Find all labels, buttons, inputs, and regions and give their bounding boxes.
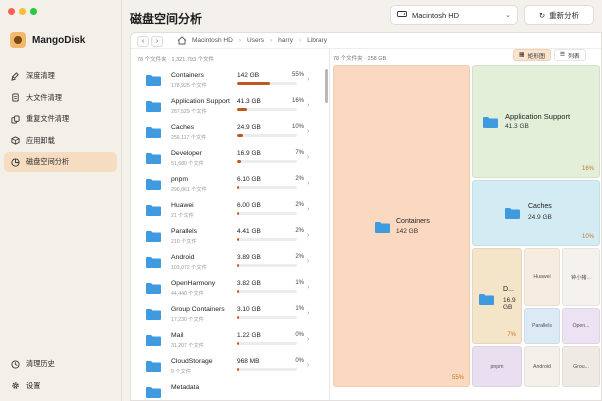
sidebar-item-history[interactable]: 清理历史 [4, 354, 117, 374]
brand: MangoDisk [10, 32, 85, 48]
header: 磁盘空间分析 Macintosh HD ⌄ ↻ 重新分析 [122, 0, 602, 34]
tile-percent: 7% [507, 332, 516, 338]
rescan-button[interactable]: ↻ 重新分析 [524, 5, 594, 25]
folder-icon [505, 208, 520, 219]
sidebar-item-label: 清理历史 [26, 359, 55, 368]
tile-label: Open... [572, 323, 590, 329]
app-box-icon [11, 136, 20, 145]
mango-logo-icon [10, 32, 26, 48]
page-title: 磁盘空间分析 [130, 12, 203, 26]
app-name: MangoDisk [32, 34, 86, 46]
sidebar-item-disk-analysis[interactable]: 磁盘空间分析 [4, 152, 117, 172]
folder-icon [375, 222, 390, 233]
history-icon [11, 359, 20, 369]
tile-application-support[interactable]: Application Support 41.3 GB 16% [472, 65, 600, 178]
sidebar-bottom: 清理历史 设置 [4, 354, 117, 397]
sidebar: MangoDisk 深度清理 大文件清理 重复文件清理 应用卸载 磁盘空间分析 … [0, 0, 122, 401]
tile-label: 钟小猪... [571, 274, 591, 281]
minimize-window-button[interactable] [19, 8, 26, 15]
tile-percent: 16% [581, 166, 594, 172]
tile-huawei[interactable]: Huawei [524, 248, 560, 306]
sidebar-item-duplicates[interactable]: 重复文件清理 [4, 109, 117, 129]
sidebar-item-uninstall[interactable]: 应用卸载 [4, 131, 117, 151]
pie-chart-icon [11, 157, 20, 167]
sidebar-item-label: 设置 [26, 380, 41, 390]
gear-icon [11, 381, 20, 390]
document-icon [11, 93, 20, 102]
tile-label: Android [533, 363, 551, 370]
analysis-panel: ‹ › Macintosh HD › Users › harry › Libra… [130, 32, 602, 401]
tile-size: 24.9 GB [528, 214, 552, 221]
tile-label: Containers [396, 218, 430, 225]
tile-label: Caches [528, 203, 552, 210]
tile-label: pnpm [490, 363, 504, 370]
tile-label: Parallels [532, 323, 552, 329]
rescan-label: 重新分析 [549, 10, 580, 20]
sidebar-item-label: 重复文件清理 [26, 114, 70, 123]
sidebar-item-label: 大文件清理 [26, 92, 62, 102]
disk-selector[interactable]: Macintosh HD ⌄ [390, 5, 518, 25]
refresh-icon: ↻ [538, 10, 546, 20]
chevron-down-icon: ⌄ [505, 12, 511, 19]
sidebar-item-settings[interactable]: 设置 [4, 376, 117, 396]
sidebar-nav: 深度清理 大文件清理 重复文件清理 应用卸载 磁盘空间分析 [4, 66, 117, 174]
sidebar-item-label: 深度清理 [26, 71, 55, 80]
tile-label: D... [503, 286, 514, 293]
tile-openharmony[interactable]: Open... [562, 308, 600, 344]
close-window-button[interactable] [8, 8, 15, 15]
tile-size: 41.3 GB [505, 123, 529, 130]
sidebar-item-deep-clean[interactable]: 深度清理 [4, 66, 117, 86]
tile-developer[interactable]: D... 16.9 GB 7% [472, 248, 522, 344]
tile-size: 16.9 GB [503, 297, 516, 311]
tile-label: Application Support [505, 112, 571, 121]
tile-percent: 55% [451, 375, 464, 381]
disk-selector-value: Macintosh HD [412, 10, 460, 20]
duplicate-icon [11, 114, 20, 124]
tile-small-folder[interactable]: 钟小猪... [562, 248, 600, 306]
hard-drive-icon [397, 10, 407, 20]
tile-android[interactable]: Android [524, 346, 560, 387]
folder-icon [479, 294, 494, 305]
tile-parallels[interactable]: Parallels [524, 308, 560, 344]
zoom-window-button[interactable] [30, 8, 37, 15]
tile-label: Huawei [533, 274, 551, 280]
folder-icon [483, 117, 498, 128]
tile-group-containers[interactable]: Grou... [562, 346, 600, 387]
sidebar-item-label: 应用卸载 [26, 135, 55, 145]
sidebar-item-label: 磁盘空间分析 [26, 157, 70, 166]
treemap: Containers 142 GB 55% Application Suppor… [131, 33, 601, 400]
broom-icon [11, 71, 20, 81]
sidebar-item-large-files[interactable]: 大文件清理 [4, 88, 117, 108]
tile-pnpm[interactable]: pnpm [472, 346, 522, 387]
window-controls [8, 8, 37, 15]
tile-size: 142 GB [396, 228, 419, 235]
tile-label: Grou... [573, 363, 589, 370]
tile-percent: 10% [581, 234, 594, 240]
tile-containers[interactable]: Containers 142 GB 55% [333, 65, 470, 387]
main-area: 磁盘空间分析 Macintosh HD ⌄ ↻ 重新分析 ‹ › Macinto… [122, 0, 602, 401]
tile-caches[interactable]: Caches 24.9 GB 10% [472, 180, 600, 246]
